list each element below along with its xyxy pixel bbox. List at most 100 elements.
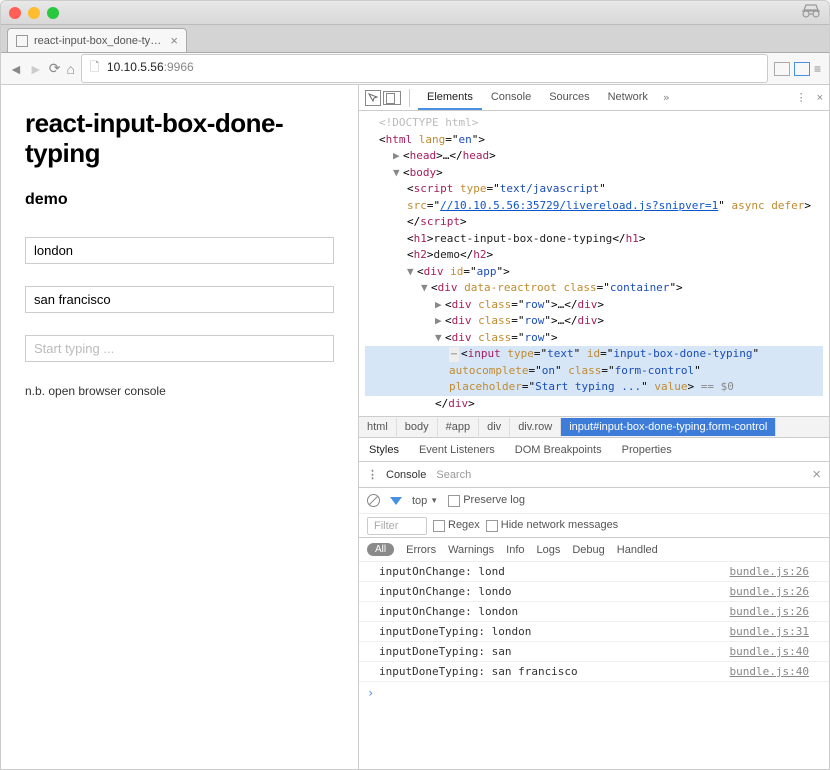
hide-network-checkbox[interactable]: Hide network messages	[486, 519, 618, 531]
browser-tab[interactable]: react-input-box_done-typin… ×	[7, 28, 187, 52]
dom-input-selected[interactable]: ⋯<input type="text" id="input-box-done-t…	[365, 346, 823, 396]
dom-doctype: <!DOCTYPE html>	[365, 115, 823, 132]
back-button[interactable]: ◄	[9, 61, 23, 77]
tab-sources[interactable]: Sources	[540, 86, 598, 110]
level-logs[interactable]: Logs	[537, 544, 561, 556]
dock-icon[interactable]	[774, 62, 790, 76]
level-warnings[interactable]: Warnings	[448, 544, 494, 556]
log-level-filters: All Errors Warnings Info Logs Debug Hand…	[359, 538, 829, 562]
separator	[409, 89, 410, 107]
level-info[interactable]: Info	[506, 544, 524, 556]
console-search-input[interactable]: Search	[436, 469, 802, 481]
crumb-div[interactable]: div	[479, 418, 510, 436]
console-log-line: inputDoneTyping: sanbundle.js:40	[359, 642, 829, 662]
log-source-link[interactable]: bundle.js:26	[730, 585, 809, 598]
demo-input-2[interactable]	[25, 286, 334, 313]
devtools-tabs: Elements Console Sources Network	[418, 86, 657, 110]
console-drawer-bar: ⋮ Console Search ×	[359, 462, 829, 488]
console-log-line: inputDoneTyping: san franciscobundle.js:…	[359, 662, 829, 682]
console-log-line: inputOnChange: londbundle.js:26	[359, 562, 829, 582]
url-input[interactable]: 🗋 10.10.5.56:9966	[81, 54, 768, 83]
tab-elements[interactable]: Elements	[418, 86, 482, 110]
scope-dropdown[interactable]: top▼	[412, 495, 438, 507]
dom-tree[interactable]: <!DOCTYPE html> <html lang="en"> ▶<head>…	[359, 111, 829, 416]
home-button[interactable]: ⌂	[66, 61, 74, 77]
dom-row-close: </div>	[365, 396, 823, 413]
styles-tabs: Styles Event Listeners DOM Breakpoints P…	[359, 438, 829, 462]
crumb-row[interactable]: div.row	[510, 418, 561, 436]
clear-console-icon[interactable]	[367, 494, 380, 507]
filter-icon[interactable]	[390, 497, 402, 505]
menu-icon[interactable]: ≡	[814, 62, 821, 76]
devtools-close-icon[interactable]: ×	[817, 92, 823, 104]
devtools-menu-icon[interactable]: ⋮	[796, 91, 807, 104]
toolbar-right: ≡	[774, 62, 821, 76]
url-port: :9966	[164, 60, 194, 74]
url-host: 10.10.5.56	[107, 60, 164, 74]
subtab-listeners[interactable]: Event Listeners	[409, 440, 505, 460]
more-tabs-icon[interactable]: »	[663, 91, 670, 104]
log-source-link[interactable]: bundle.js:26	[730, 605, 809, 618]
level-errors[interactable]: Errors	[406, 544, 436, 556]
subtab-styles[interactable]: Styles	[359, 440, 409, 460]
crumb-html[interactable]: html	[359, 418, 397, 436]
content-area: react-input-box-done-typing demo n.b. op…	[1, 85, 829, 769]
address-bar: ◄ ► ⟳ ⌂ 🗋 10.10.5.56:9966 ≡	[1, 53, 829, 85]
close-tab-icon[interactable]: ×	[170, 33, 178, 48]
dom-row-3[interactable]: ▼<div class="row">	[365, 330, 823, 347]
dock-right-icon[interactable]	[794, 62, 810, 76]
tab-console[interactable]: Console	[482, 86, 540, 110]
dom-h1[interactable]: <h1>react-input-box-done-typing</h1>	[365, 231, 823, 248]
drawer-menu-icon[interactable]: ⋮	[367, 468, 376, 481]
dom-app[interactable]: ▼<div id="app">	[365, 264, 823, 281]
preserve-log-checkbox[interactable]: Preserve log	[448, 494, 525, 506]
log-source-link[interactable]: bundle.js:40	[730, 665, 809, 678]
page-note: n.b. open browser console	[25, 384, 334, 398]
console-filters-row1: top▼ Preserve log	[359, 488, 829, 514]
log-source-link[interactable]: bundle.js:40	[730, 645, 809, 658]
page-h1: react-input-box-done-typing	[25, 109, 334, 169]
dom-body[interactable]: ▼<body>	[365, 165, 823, 182]
device-toggle-icon[interactable]	[383, 91, 401, 105]
maximize-window-button[interactable]	[47, 7, 59, 19]
demo-input-1[interactable]	[25, 237, 334, 264]
subtab-breakpoints[interactable]: DOM Breakpoints	[505, 440, 612, 460]
console-log-line: inputOnChange: londobundle.js:26	[359, 582, 829, 602]
minimize-window-button[interactable]	[28, 7, 40, 19]
level-handled[interactable]: Handled	[617, 544, 658, 556]
demo-input-3[interactable]	[25, 335, 334, 362]
log-source-link[interactable]: bundle.js:31	[730, 625, 809, 638]
favicon-icon	[16, 35, 28, 47]
breadcrumb: html body #app div div.row input#input-b…	[359, 416, 829, 438]
tab-network[interactable]: Network	[599, 86, 657, 110]
browser-window: react-input-box_done-typin… × ◄ ► ⟳ ⌂ 🗋 …	[0, 0, 830, 770]
dom-html[interactable]: <html lang="en">	[365, 132, 823, 149]
dom-container[interactable]: ▼<div data-reactroot class="container">	[365, 280, 823, 297]
filter-input[interactable]: Filter	[367, 517, 427, 535]
traffic-lights	[9, 7, 59, 19]
tab-title: react-input-box_done-typin…	[34, 35, 164, 47]
tab-bar: react-input-box_done-typin… ×	[1, 25, 829, 53]
reload-button[interactable]: ⟳	[49, 60, 61, 77]
incognito-icon	[801, 3, 821, 22]
drawer-close-icon[interactable]: ×	[812, 466, 821, 483]
page-content: react-input-box-done-typing demo n.b. op…	[1, 85, 359, 769]
regex-checkbox[interactable]: Regex	[433, 519, 480, 531]
subtab-properties[interactable]: Properties	[612, 440, 682, 460]
level-debug[interactable]: Debug	[572, 544, 604, 556]
level-all[interactable]: All	[367, 543, 394, 556]
dom-script[interactable]: <script type="text/javascript" src="//10…	[365, 181, 823, 231]
dom-h2[interactable]: <h2>demo</h2>	[365, 247, 823, 264]
dom-row-1[interactable]: ▶<div class="row">…</div>	[365, 297, 823, 314]
crumb-app[interactable]: #app	[438, 418, 479, 436]
crumb-body[interactable]: body	[397, 418, 438, 436]
crumb-input[interactable]: input#input-box-done-typing.form-control	[561, 418, 776, 436]
dom-head[interactable]: ▶<head>…</head>	[365, 148, 823, 165]
devtools-panel: Elements Console Sources Network » ⋮ × <…	[359, 85, 829, 769]
inspect-icon[interactable]	[365, 90, 381, 106]
log-source-link[interactable]: bundle.js:26	[730, 565, 809, 578]
forward-button[interactable]: ►	[29, 61, 43, 77]
console-prompt[interactable]: ›	[359, 682, 829, 704]
dom-row-2[interactable]: ▶<div class="row">…</div>	[365, 313, 823, 330]
close-window-button[interactable]	[9, 7, 21, 19]
